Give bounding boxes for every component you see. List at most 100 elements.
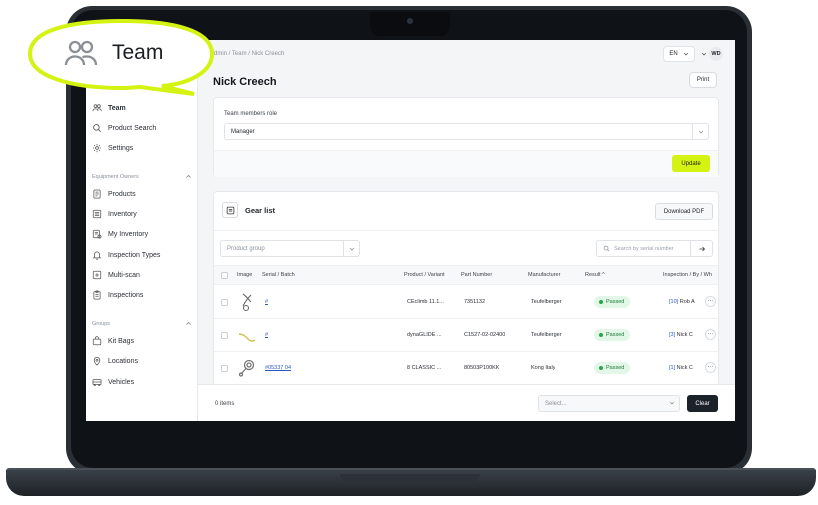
sidebar-item-label: My Inventory xyxy=(108,230,149,238)
bag-icon xyxy=(92,336,102,346)
column-header-part-number[interactable]: Part Number xyxy=(461,272,492,278)
team-icon xyxy=(64,40,98,66)
manufacturer: Teufelberger xyxy=(531,332,562,338)
clear-button[interactable]: Clear xyxy=(687,395,718,412)
table-row[interactable]: #05337 04 8 CLASSIC ... 80503P100KK Kong… xyxy=(214,352,718,385)
search-icon xyxy=(603,245,610,252)
row-more-button[interactable]: … xyxy=(705,329,716,340)
serial-link[interactable]: # xyxy=(265,332,268,338)
sidebar-item-my-inventory[interactable]: My Inventory xyxy=(92,225,192,243)
sidebar-item-locations[interactable]: Locations xyxy=(92,352,192,370)
sidebar-item-products[interactable]: Products xyxy=(92,185,192,203)
serial-search-input[interactable]: Search by serial number xyxy=(596,240,691,257)
row-checkbox[interactable] xyxy=(221,332,228,339)
product-group-select[interactable]: Product group xyxy=(220,240,360,257)
sidebar-item-label: Multi-scan xyxy=(108,271,140,279)
inspection-info[interactable]: [10] Rob A xyxy=(669,299,707,305)
serial-link[interactable]: #05337 04 xyxy=(265,365,291,371)
role-select[interactable]: Manager xyxy=(224,123,709,140)
sidebar-item-label: Inventory xyxy=(108,210,137,218)
bulk-action-select[interactable]: Select... xyxy=(538,395,680,412)
sidebar-item-product-search[interactable]: Product Search xyxy=(92,119,192,137)
row-more-button[interactable]: … xyxy=(705,362,716,373)
column-header-product[interactable]: Product / Variant xyxy=(404,272,445,278)
chevron-down-icon xyxy=(669,401,675,405)
row-checkbox[interactable] xyxy=(221,299,228,306)
sidebar-item-inventory[interactable]: Inventory xyxy=(92,205,192,223)
select-all-checkbox[interactable] xyxy=(221,272,228,279)
part-number: 7351132 xyxy=(464,299,486,305)
column-header-serial[interactable]: Serial / Batch xyxy=(262,272,295,278)
main-content: dmin / Team / Nick Creech EN WD Nick Cre… xyxy=(198,40,735,421)
table-row[interactable]: # CEclimb 11.1... 7351132 Teufelberger P… xyxy=(214,286,718,319)
divider xyxy=(214,230,718,231)
sidebar-group-groups[interactable]: Groups xyxy=(92,320,192,327)
sidebar-item-multi-scan[interactable]: Multi-scan xyxy=(92,266,192,284)
manufacturer: Teufelberger xyxy=(531,299,562,305)
search-submit-button[interactable] xyxy=(691,240,713,257)
chevron-up-icon xyxy=(186,174,191,178)
bell-icon xyxy=(92,251,102,260)
download-pdf-button[interactable]: Download PDF xyxy=(655,203,713,220)
row-more-button[interactable]: … xyxy=(705,296,716,307)
bulk-action-placeholder: Select... xyxy=(545,400,567,407)
document-icon xyxy=(93,189,101,199)
sidebar-item-team[interactable]: Team xyxy=(92,99,192,117)
sidebar-item-label: Products xyxy=(108,190,136,198)
callout-content: Team xyxy=(64,38,163,68)
serial-link[interactable]: # xyxy=(265,299,268,305)
product-thumbnail xyxy=(242,293,252,312)
sidebar-item-label: Inspection Types xyxy=(108,251,161,259)
sidebar-item-label: Vehicles xyxy=(108,378,135,386)
gear-icon xyxy=(92,143,102,153)
update-button[interactable]: Update xyxy=(672,155,710,172)
team-role-card: Team members role Manager Update xyxy=(213,97,719,177)
gear-list-title: Gear list xyxy=(245,206,276,215)
column-header-result[interactable]: Result ^ xyxy=(585,272,605,278)
search-icon xyxy=(93,124,102,133)
chevron-down-icon xyxy=(701,52,707,56)
location-pin-icon xyxy=(93,357,101,366)
page-title: Nick Creech xyxy=(213,76,277,88)
sidebar-group-label: Groups xyxy=(92,320,111,327)
column-header-inspection[interactable]: Inspection / By / Wh xyxy=(663,272,718,278)
table-header: Image Serial / Batch Product / Variant P… xyxy=(214,265,718,285)
chevron-down-icon xyxy=(349,247,354,250)
serial-search-placeholder: Search by serial number xyxy=(614,245,674,252)
chevron-down-icon xyxy=(683,52,688,56)
my-inventory-icon xyxy=(92,229,102,239)
inspection-info[interactable]: [3] Nick C xyxy=(669,332,707,338)
chevron-down-icon xyxy=(698,130,703,133)
sidebar-item-inspection-types[interactable]: Inspection Types xyxy=(92,246,192,264)
breadcrumb[interactable]: dmin / Team / Nick Creech xyxy=(214,51,284,57)
sort-asc-icon: ^ xyxy=(602,272,605,278)
sidebar-group-equipment-owners[interactable]: Equipment Owners xyxy=(92,173,192,180)
sidebar-item-kit-bags[interactable]: Kit Bags xyxy=(92,332,192,350)
language-select[interactable]: EN xyxy=(663,46,695,62)
sidebar-item-vehicles[interactable]: Vehicles xyxy=(92,373,192,391)
camera-icon xyxy=(407,18,413,24)
sidebar-group-label: Equipment Owners xyxy=(92,173,139,180)
team-callout-bubble: Team xyxy=(22,18,222,96)
sidebar-item-label: Kit Bags xyxy=(108,337,135,345)
print-button[interactable]: Print xyxy=(689,72,717,88)
sidebar-item-settings[interactable]: Settings xyxy=(92,139,192,157)
table-row[interactable]: # dynaGLIDE ... C1527-02-02400 Teufelber… xyxy=(214,319,718,352)
manufacturer: Kong Italy xyxy=(531,365,556,371)
column-header-manufacturer[interactable]: Manufacturer xyxy=(528,272,560,278)
inspection-info[interactable]: [1] Nick C xyxy=(669,365,707,371)
sidebar-item-label: Settings xyxy=(108,144,134,152)
laptop-hinge xyxy=(340,474,480,482)
sidebar-item-label: Product Search xyxy=(108,124,157,132)
product-variant: 8 CLASSIC ... xyxy=(407,365,442,371)
sidebar: Team Product Search Settings Equipment O… xyxy=(86,40,198,421)
row-checkbox[interactable] xyxy=(221,365,228,372)
product-group-placeholder: Product group xyxy=(227,245,265,252)
multi-scan-icon xyxy=(92,270,102,280)
sidebar-item-inspections[interactable]: Inspections xyxy=(92,286,192,304)
table-footer: 0 items Select... Clear xyxy=(198,384,735,421)
user-menu[interactable]: WD xyxy=(701,46,729,62)
language-label: EN xyxy=(669,51,678,57)
clipboard-icon xyxy=(93,290,101,300)
product-thumbnail xyxy=(238,359,255,377)
